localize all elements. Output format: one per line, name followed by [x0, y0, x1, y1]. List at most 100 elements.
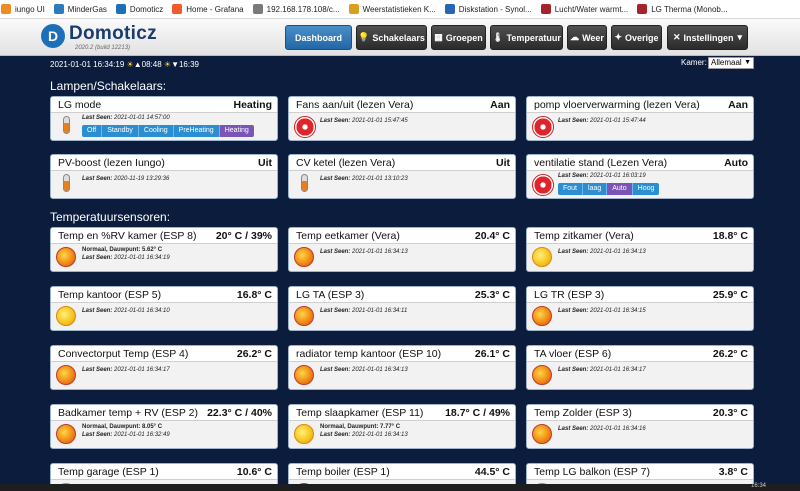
mode-button-fout[interactable]: Fout [558, 183, 584, 195]
device-info: Last Seen: 2021-01-01 15:47:45 [320, 117, 408, 125]
bookmark-label: Domoticz [129, 4, 164, 14]
device-card[interactable]: LG TA (ESP 3) 25.3° C Last Seen: 2021-01-0… [288, 286, 516, 331]
bookmark-item[interactable]: Lucht/Water warmt... [540, 4, 628, 14]
device-card[interactable]: Temp Zolder (ESP 3) 20.3° C Last Seen: 202… [526, 404, 754, 449]
card-header: Temp Zolder (ESP 3) 20.3° C [527, 405, 753, 421]
temperature-icon [56, 424, 78, 446]
last-seen-value: 2021-01-01 16:34:13 [590, 249, 646, 255]
temperature-shape [294, 424, 314, 444]
nav-overige[interactable]: ✦ Overige [611, 25, 662, 50]
last-seen: Last Seen: 2021-01-01 16:32:49 [82, 431, 170, 439]
device-info: Last Seen: 2021-01-01 16:34:15 [558, 307, 646, 315]
device-info: Normaal, Dauwpunt: 5.62° C Last Seen: 202… [82, 246, 170, 262]
mode-button-hoog[interactable]: Hoog [632, 183, 660, 195]
device-card[interactable]: ventilatie stand (Lezen Vera) Auto Last Se… [526, 154, 754, 199]
bookmark-item[interactable]: MinderGas [53, 4, 107, 14]
last-seen-label: Last Seen: [82, 367, 113, 373]
device-value: Uit [496, 157, 510, 169]
mode-button-auto[interactable]: Auto [607, 183, 633, 195]
card-header: LG TA (ESP 3) 25.3° C [289, 287, 515, 303]
device-card[interactable]: Badkamer temp + RV (ESP 2) 22.3° C / 40% N… [50, 404, 278, 449]
bookmark-item[interactable]: Home - Grafana [172, 4, 244, 14]
logo-name: Domoticz [69, 23, 157, 44]
domoticz-icon [115, 4, 126, 14]
device-card[interactable]: Fans aan/uit (lezen Vera) Aan Last Seen: 2… [288, 96, 516, 141]
device-value: 10.6° C [236, 466, 272, 478]
device-card[interactable]: Temp zitkamer (Vera) 18.8° C Last Seen: 20… [526, 227, 754, 272]
device-name: LG TR (ESP 3) [534, 289, 605, 301]
device-value: 25.3° C [474, 289, 510, 301]
device-info: Last Seen: 2021-01-01 14:57:00 [82, 114, 170, 122]
sunset-time: 16:39 [178, 60, 200, 69]
mode-button-laag[interactable]: laag [583, 183, 608, 195]
device-value: Uit [258, 157, 272, 169]
device-card[interactable]: radiator temp kantoor (ESP 10) 26.1° C Las… [288, 345, 516, 390]
card-header: LG mode Heating [51, 97, 277, 113]
thermometer-icon: 🌡 [492, 32, 504, 42]
last-seen-value: 2021-01-01 13:10:23 [352, 176, 408, 182]
mode-button-preheating[interactable]: PreHeating [173, 125, 220, 137]
device-card[interactable]: PV-boost (lezen Iungo) Uit Last Seen: 2020… [50, 154, 278, 199]
device-value: 44.5° C [474, 466, 510, 478]
last-seen-label: Last Seen: [320, 432, 351, 438]
device-value: 18.7° C / 49% [445, 407, 510, 419]
card-header: radiator temp kantoor (ESP 10) 26.1° C [289, 346, 515, 362]
nav-temperatuur[interactable]: 🌡 Temperatuur [490, 25, 563, 50]
last-seen-label: Last Seen: [558, 249, 589, 255]
last-seen-value: 2021-01-01 16:34:13 [352, 432, 408, 438]
last-seen-value: 2021-01-01 16:34:15 [590, 308, 646, 314]
last-seen: Last Seen: 2021-01-01 16:03:19 [558, 172, 646, 180]
temperature-icon [294, 306, 316, 328]
device-card[interactable]: Temp eetkamer (Vera) 20.4° C Last Seen: 20… [288, 227, 516, 272]
nav-dashboard[interactable]: Dashboard [285, 25, 352, 50]
device-card[interactable]: TA vloer (ESP 6) 26.2° C Last Seen: 2021-0… [526, 345, 754, 390]
device-card[interactable]: Temp slaapkamer (ESP 11) 18.7° C / 49% Nor… [288, 404, 516, 449]
nav-instellingen[interactable]: ✕ Instellingen ▾ [667, 25, 748, 50]
bookmark-item[interactable]: 192.168.178.108/c... [252, 4, 340, 14]
device-name: TA vloer (ESP 6) [534, 348, 612, 360]
thermometer-fill [64, 181, 69, 191]
device-card[interactable]: LG mode Heating Last Seen: 2021-01-01 14:5… [50, 96, 278, 141]
card-header: ventilatie stand (Lezen Vera) Auto [527, 155, 753, 171]
mindergas-icon [53, 4, 64, 14]
device-card[interactable]: Convectorput Temp (ESP 4) 26.2° C Last See… [50, 345, 278, 390]
temperature-icon [532, 424, 554, 446]
temperature-mild-icon [56, 306, 78, 328]
card-header: LG TR (ESP 3) 25.9° C [527, 287, 753, 303]
device-card[interactable]: CV ketel (lezen Vera) Uit Last Seen: 2021-… [288, 154, 516, 199]
mode-button-cooling[interactable]: Cooling [138, 125, 174, 137]
bookmark-item[interactable]: iungo UI [1, 4, 45, 14]
device-name: Temp LG balkon (ESP 7) [534, 466, 650, 478]
device-card[interactable]: LG TR (ESP 3) 25.9° C Last Seen: 2021-01-0… [526, 286, 754, 331]
last-seen-label: Last Seen: [320, 176, 351, 182]
weather-icon [348, 4, 359, 14]
last-seen-value: 2021-01-01 16:32:49 [114, 432, 170, 438]
last-seen-value: 2021-01-01 16:34:17 [590, 367, 646, 373]
device-card[interactable]: Temp kantoor (ESP 5) 16.8° C Last Seen: 20… [50, 286, 278, 331]
bookmark-item[interactable]: Weerstatistieken K... [348, 4, 436, 14]
mode-button-standby[interactable]: Standby [102, 125, 139, 137]
nav-groepen[interactable]: ▦ Groepen [431, 25, 486, 50]
temperature-icon [56, 247, 78, 269]
device-value: 20.4° C [474, 230, 510, 242]
nav-label: Schakelaars [372, 32, 425, 43]
bookmark-item[interactable]: LG Therma (Monob... [637, 4, 728, 14]
lg-icon [540, 4, 551, 14]
grafana-icon [172, 4, 183, 14]
nav-weer[interactable]: ☁ Weer [567, 25, 607, 50]
chevron-down-icon: ▼ [744, 59, 751, 66]
room-select[interactable]: Allemaal ▼ [708, 57, 754, 69]
device-card[interactable]: pomp vloerverwarming (lezen Vera) Aan Last… [526, 96, 754, 141]
bookmark-item[interactable]: Diskstation - Synol... [444, 4, 532, 14]
device-value: 16.8° C [236, 289, 272, 301]
device-name: ventilatie stand (Lezen Vera) [534, 157, 668, 169]
mode-button-off[interactable]: Off [82, 125, 103, 137]
thermometer-fill [64, 123, 69, 133]
device-card[interactable]: Temp en %RV kamer (ESP 8) 20° C / 39% Norm… [50, 227, 278, 272]
domoticz-logo[interactable]: D Domoticz 2020.2 (build 12213) [41, 23, 181, 53]
last-seen-value: 2021-01-01 16:34:13 [352, 249, 408, 255]
bookmark-item[interactable]: Domoticz [115, 4, 164, 14]
card-header: Temp slaapkamer (ESP 11) 18.7° C / 49% [289, 405, 515, 421]
nav-schakelaars[interactable]: 💡 Schakelaars [356, 25, 427, 50]
mode-button-heating[interactable]: Heating [219, 125, 254, 137]
